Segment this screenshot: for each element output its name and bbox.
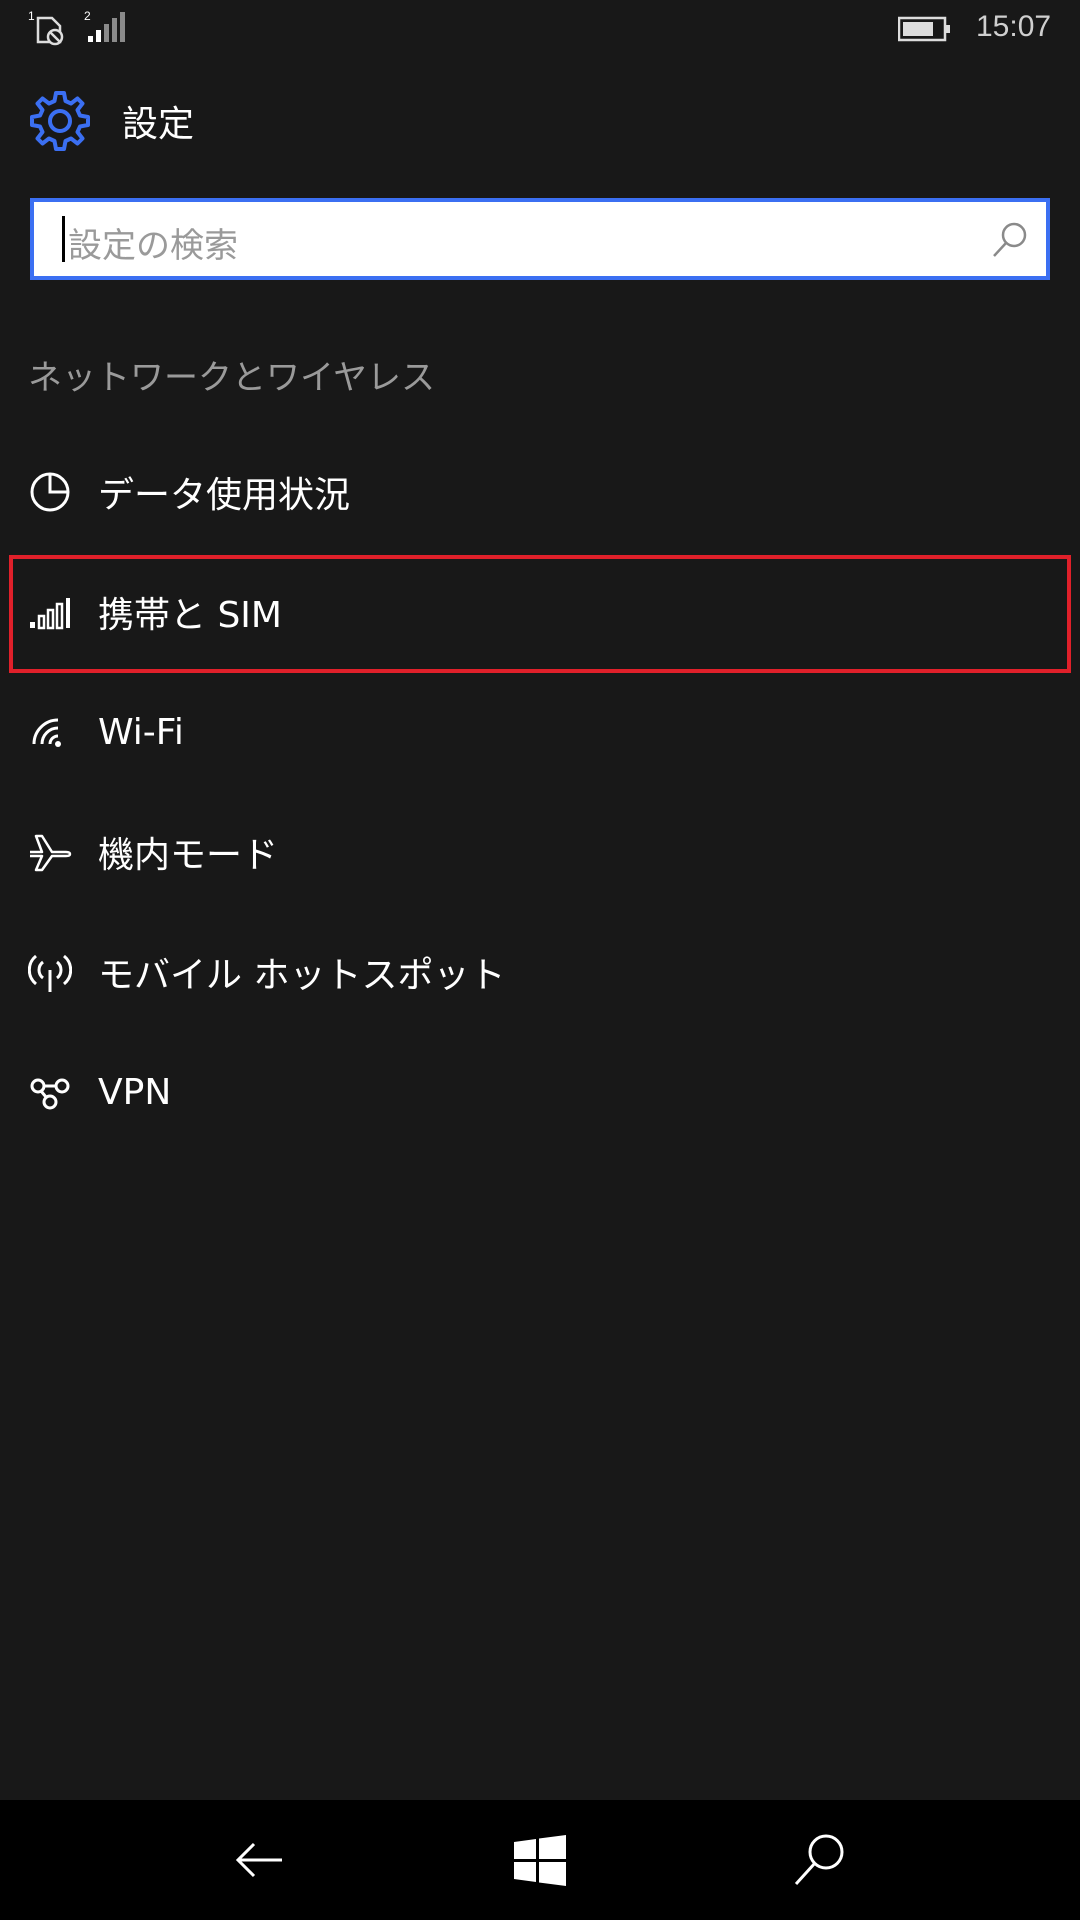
hotspot-icon [28, 954, 72, 992]
sim1-no-signal-icon: 1 [28, 9, 64, 46]
sim2-label: 2 [84, 9, 91, 23]
text-caret [62, 216, 65, 262]
vpn-icon [30, 1078, 70, 1110]
search-icon[interactable] [790, 1830, 850, 1890]
status-time: 15:07 [976, 10, 1052, 43]
wifi-icon [32, 718, 61, 747]
highlight-box [9, 555, 1071, 673]
gear-icon [30, 91, 90, 151]
search-placeholder: 設定の検索 [68, 226, 238, 266]
sim2-signal-icon: 2 [84, 9, 125, 42]
menu-item-label: VPN [98, 1071, 172, 1113]
search-icon[interactable] [990, 220, 1030, 260]
back-arrow-icon[interactable] [230, 1830, 290, 1890]
menu-item-vpn[interactable]: VPN [0, 1037, 1080, 1147]
page-header: 設定 [28, 86, 194, 156]
windows-logo-icon[interactable] [510, 1830, 570, 1890]
menu-item-mobile-hotspot[interactable]: モバイル ホットスポット [0, 917, 1080, 1027]
menu-item-label: モバイル ホットスポット [98, 955, 506, 996]
menu-item-label: 機内モード [98, 835, 279, 876]
menu-item-airplane-mode[interactable]: 機内モード [0, 797, 1080, 907]
airplane-icon [30, 834, 72, 872]
menu-item-wifi[interactable]: Wi-Fi [0, 677, 1080, 787]
menu-item-data-usage[interactable]: データ使用状況 [0, 437, 1080, 547]
settings-screen: 1 2 15:07 設定 設定の検索 ネットワークとワイヤレス データ使用状況 … [0, 0, 1080, 1920]
menu-item-label: データ使用状況 [98, 475, 351, 516]
section-title: ネットワークとワイヤレス [28, 358, 435, 398]
status-bar: 1 2 15:07 [0, 0, 1080, 60]
page-title: 設定 [122, 104, 195, 145]
sim1-label: 1 [28, 9, 35, 23]
navigation-bar [0, 1800, 1080, 1920]
menu-item-label: Wi-Fi [98, 711, 184, 753]
search-input[interactable]: 設定の検索 [30, 198, 1050, 280]
pie-chart-icon [30, 472, 70, 512]
battery-icon [898, 16, 950, 42]
